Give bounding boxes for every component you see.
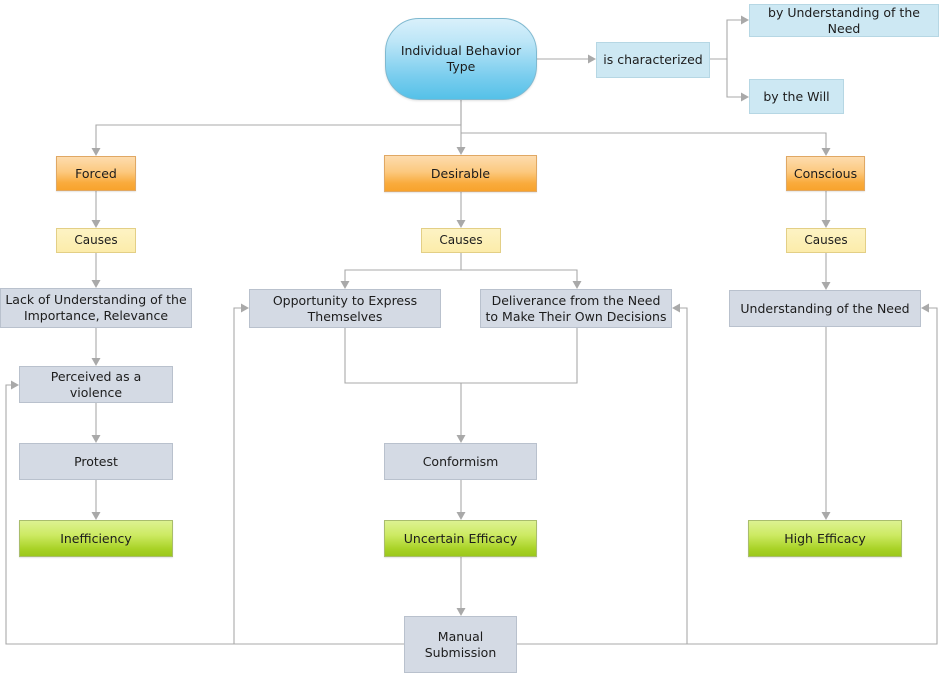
- node-label: Uncertain Efficacy: [403, 530, 518, 546]
- node-uncertain[interactable]: Uncertain Efficacy: [384, 520, 537, 557]
- node-label: Causes: [804, 233, 848, 247]
- node-label: by the Will: [763, 88, 830, 104]
- node-causes2[interactable]: Causes: [421, 228, 501, 253]
- node-causes1[interactable]: Causes: [56, 228, 136, 253]
- node-label: Manual Submission: [424, 628, 497, 660]
- flowchart-canvas: Individual Behavior Type is characterized…: [0, 0, 942, 673]
- edge-causes-to-lack-of-understanding: [91, 253, 101, 288]
- node-label: Conscious: [793, 165, 858, 181]
- edge-root-to-desirable: [456, 100, 466, 155]
- node-label: Conformism: [422, 453, 499, 469]
- node-undNeed[interactable]: Understanding of the Need: [729, 290, 921, 327]
- node-label: Protest: [74, 453, 118, 469]
- edge-merge-to-conformism: [344, 328, 578, 443]
- node-label: Causes: [439, 233, 483, 247]
- edge-conscious-to-causes: [821, 191, 831, 228]
- node-label: Causes: [74, 233, 118, 247]
- node-label: Desirable: [430, 165, 491, 181]
- node-label: Inefficiency: [60, 530, 132, 546]
- node-label: Lack of Understanding of the Importance,…: [5, 292, 187, 323]
- node-conscious[interactable]: Conscious: [786, 156, 865, 191]
- edge-conformism-to-uncertain-efficacy: [456, 480, 466, 520]
- edge-uncertain-efficacy-to-manual-submission: [456, 557, 466, 616]
- edge-root-to-conscious: [461, 132, 831, 156]
- node-byUnd[interactable]: by Understanding of the Need: [749, 4, 939, 37]
- node-perceived[interactable]: Perceived as a violence: [19, 366, 173, 403]
- edge-is-characterized-to-by-the-will: [710, 58, 749, 102]
- node-label: High Efficacy: [784, 530, 866, 546]
- node-ineff[interactable]: Inefficiency: [19, 520, 173, 557]
- edge-forced-to-causes: [91, 191, 101, 228]
- node-highEff[interactable]: High Efficacy: [748, 520, 902, 557]
- edge-protest-to-inefficiency: [91, 480, 101, 520]
- edge-feedback-bus: [5, 380, 404, 645]
- node-label: Perceived as a violence: [50, 368, 142, 400]
- node-label: Forced: [75, 165, 117, 181]
- node-label: Individual Behavior Type: [400, 43, 522, 74]
- node-byWill[interactable]: by the Will: [749, 79, 844, 114]
- edge-root-to-is-characterized: [537, 54, 596, 64]
- node-label: Deliverance from the Need to Make Their …: [485, 292, 667, 324]
- edge-feedback-to-deliverance: [517, 303, 688, 645]
- edge-understanding-to-high-efficacy: [821, 327, 831, 520]
- node-label: is characterized: [603, 52, 703, 68]
- edge-lack-to-perceived: [91, 328, 101, 366]
- edge-perceived-to-protest: [91, 403, 101, 443]
- node-charact[interactable]: is characterized: [596, 42, 710, 78]
- edge-causes-to-opportunity: [340, 253, 462, 289]
- node-causes3[interactable]: Causes: [786, 228, 866, 253]
- node-desirable[interactable]: Desirable: [384, 155, 537, 192]
- edge-root-to-forced: [91, 100, 462, 156]
- node-root[interactable]: Individual Behavior Type: [385, 18, 537, 100]
- edge-causes-to-understanding: [821, 253, 831, 290]
- node-lack[interactable]: Lack of Understanding of the Importance,…: [0, 288, 192, 328]
- node-protest[interactable]: Protest: [19, 443, 173, 480]
- edge-is-characterized-to-by-understanding: [710, 15, 749, 60]
- node-label: by Understanding of the Need: [768, 4, 920, 36]
- edge-causes-to-deliverance: [461, 269, 582, 289]
- edge-feedback-to-opportunity: [233, 303, 404, 645]
- node-label: Understanding of the Need: [740, 300, 910, 316]
- node-deliverance[interactable]: Deliverance from the Need to Make Their …: [480, 289, 672, 328]
- node-opportunity[interactable]: Opportunity to Express Themselves: [249, 289, 441, 328]
- edge-feedback-to-understanding: [517, 303, 938, 645]
- node-label: Opportunity to Express Themselves: [272, 292, 418, 324]
- edge-desirable-to-causes: [456, 192, 466, 228]
- node-manual[interactable]: Manual Submission: [404, 616, 517, 673]
- node-conformism[interactable]: Conformism: [384, 443, 537, 480]
- node-forced[interactable]: Forced: [56, 156, 136, 191]
